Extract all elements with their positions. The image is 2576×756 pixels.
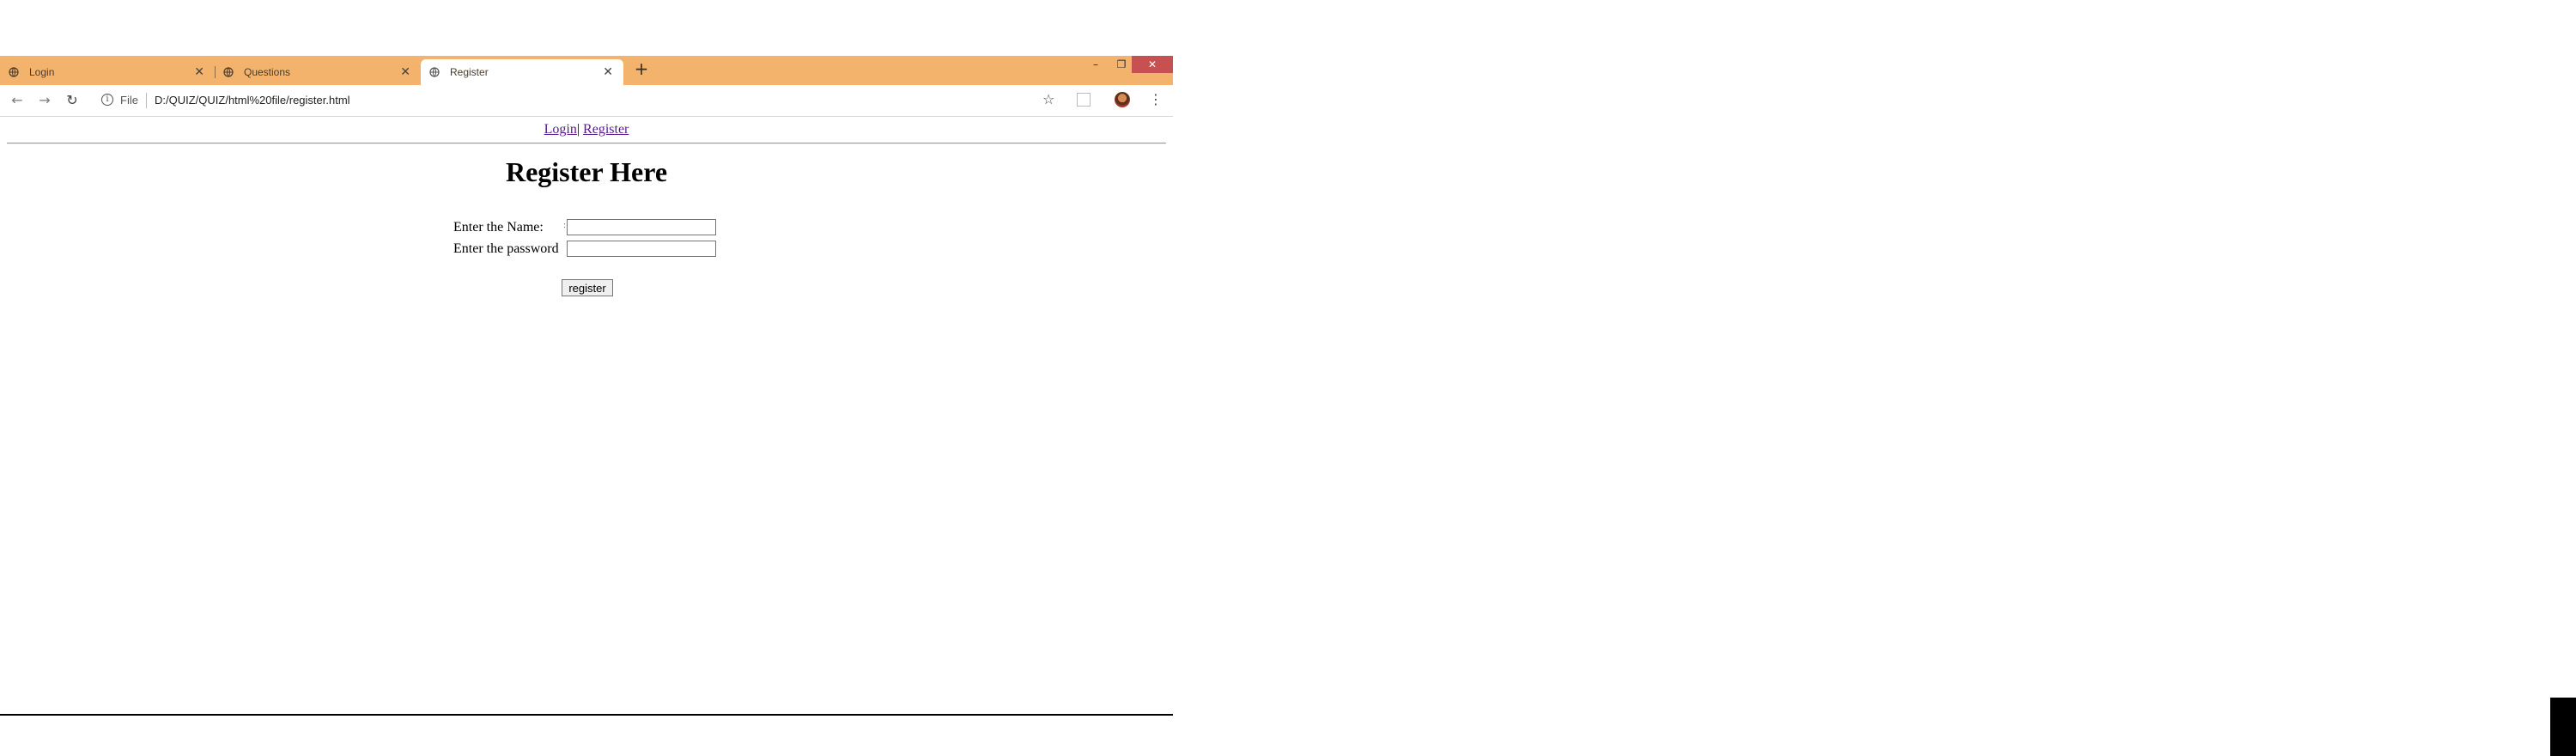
tab-login[interactable]: Login ✕ xyxy=(0,59,215,85)
more-menu-icon[interactable]: ⋮ xyxy=(1149,91,1163,107)
tab-questions[interactable]: Questions ✕ xyxy=(215,59,421,85)
tab-title: Questions xyxy=(244,66,291,78)
info-icon[interactable]: i xyxy=(101,94,113,106)
name-input[interactable] xyxy=(567,219,716,235)
tab-title: Login xyxy=(29,66,55,78)
register-button[interactable]: register xyxy=(562,279,613,296)
page-content: Login| Register Register Here Enter the … xyxy=(0,117,1173,715)
address-divider xyxy=(146,93,147,108)
close-tab-icon[interactable]: ✕ xyxy=(194,65,204,79)
register-link[interactable]: Register xyxy=(583,122,629,137)
extension-icon[interactable] xyxy=(1077,93,1091,107)
bookmark-star-icon[interactable]: ☆ xyxy=(1042,91,1054,107)
top-nav: Login| Register xyxy=(0,122,1173,137)
address-bar[interactable]: i File D:/QUIZ/QUIZ/html%20file/register… xyxy=(93,89,1080,112)
globe-icon xyxy=(429,67,440,77)
colon: : xyxy=(563,220,567,230)
browser-window: Login ✕ Questions ✕ Register ✕ + – ❐ ✕ ←… xyxy=(0,56,1173,715)
tab-title: Register xyxy=(450,66,489,78)
password-input[interactable] xyxy=(567,241,716,257)
tab-strip: Login ✕ Questions ✕ Register ✕ + – ❐ ✕ xyxy=(0,56,1173,85)
horizontal-rule xyxy=(7,143,1166,144)
profile-avatar[interactable] xyxy=(1115,92,1130,107)
dark-fragment xyxy=(2550,698,2576,756)
url-text[interactable]: D:/QUIZ/QUIZ/html%20file/register.html xyxy=(155,94,350,107)
close-window-button[interactable]: ✕ xyxy=(1132,56,1173,73)
nav-separator: | xyxy=(576,122,580,137)
browser-toolbar: ← → ↻ i File D:/QUIZ/QUIZ/html%20file/re… xyxy=(0,85,1173,117)
back-arrow-icon[interactable]: ← xyxy=(9,92,26,109)
tab-register[interactable]: Register ✕ xyxy=(421,59,623,85)
login-link[interactable]: Login xyxy=(544,122,577,137)
close-tab-icon[interactable]: ✕ xyxy=(603,65,613,79)
close-tab-icon[interactable]: ✕ xyxy=(400,65,410,79)
globe-icon xyxy=(223,67,234,77)
name-label: Enter the Name: xyxy=(453,220,544,235)
page-title: Register Here xyxy=(505,156,668,187)
forward-arrow-icon[interactable]: → xyxy=(36,92,53,109)
new-tab-button[interactable]: + xyxy=(632,59,651,78)
password-label: Enter the password xyxy=(453,241,559,256)
reload-icon[interactable]: ↻ xyxy=(64,92,81,109)
scheme-label: File xyxy=(120,94,138,107)
globe-icon xyxy=(9,67,19,77)
bottom-divider xyxy=(0,714,1173,716)
